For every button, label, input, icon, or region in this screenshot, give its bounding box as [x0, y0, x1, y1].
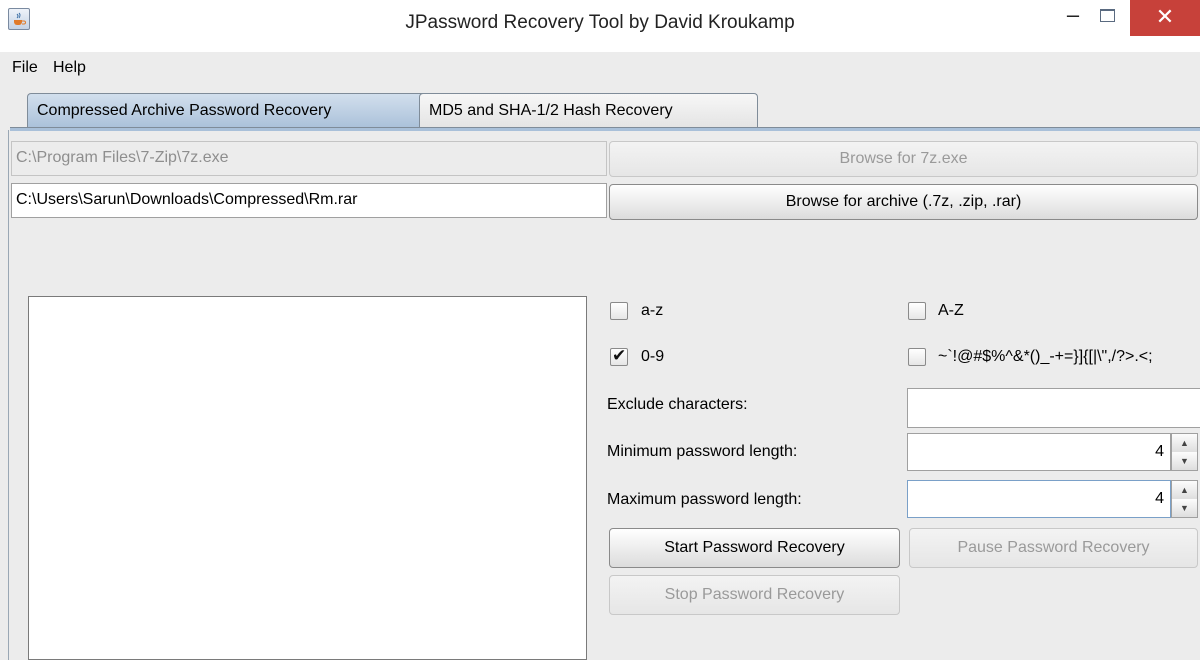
spin-down-icon[interactable]: ▼ — [1172, 452, 1197, 470]
exclude-label: Exclude characters: — [607, 396, 748, 413]
maximize-button[interactable] — [1094, 6, 1120, 28]
output-text-area[interactable] — [28, 296, 587, 660]
spin-down-icon[interactable]: ▼ — [1172, 499, 1197, 517]
checkbox-lowercase-label: a-z — [641, 302, 664, 319]
menu-bar: File Help — [0, 52, 1200, 85]
min-length-spinner: ▲ ▼ — [1171, 433, 1198, 471]
checkbox-uppercase[interactable] — [908, 302, 926, 320]
spin-up-icon[interactable]: ▲ — [1172, 481, 1197, 500]
window-title: JPassword Recovery Tool by David Kroukam… — [405, 12, 795, 33]
checkbox-digits-label: 0-9 — [641, 348, 665, 365]
menu-help[interactable]: Help — [53, 59, 86, 77]
max-length-label: Maximum password length: — [607, 491, 802, 508]
stop-recovery-button: Stop Password Recovery — [609, 575, 900, 615]
panel-border — [8, 130, 9, 660]
checkbox-uppercase-label: A-Z — [938, 302, 964, 319]
minimize-button[interactable]: – — [1060, 4, 1086, 28]
archive-path-field[interactable]: C:\Users\Sarun\Downloads\Compressed\Rm.r… — [11, 183, 607, 218]
min-length-label: Minimum password length: — [607, 443, 798, 460]
max-length-input[interactable]: 4 — [907, 480, 1171, 518]
spin-up-icon[interactable]: ▲ — [1172, 434, 1197, 453]
checkmark-icon: ✔ — [612, 346, 627, 365]
min-length-input[interactable]: 4 — [907, 433, 1171, 471]
max-length-spinner: ▲ ▼ — [1171, 480, 1198, 518]
checkbox-symbols-label: ~`!@#$%^&*()_-+=}]{[|\",/?>.<; — [938, 348, 1153, 365]
tab-compressed-archive[interactable]: Compressed Archive Password Recovery — [27, 93, 436, 129]
start-recovery-button[interactable]: Start Password Recovery — [609, 528, 900, 568]
tab-hash-recovery[interactable]: MD5 and SHA-1/2 Hash Recovery — [419, 93, 758, 129]
pause-recovery-button: Pause Password Recovery — [909, 528, 1198, 568]
checkbox-lowercase[interactable] — [610, 302, 628, 320]
tab-divider — [10, 127, 1200, 131]
menu-file[interactable]: File — [12, 59, 38, 77]
checkbox-digits[interactable]: ✔ — [610, 346, 628, 366]
seven-zip-path-field: C:\Program Files\7-Zip\7z.exe — [11, 141, 607, 176]
browse-archive-button[interactable]: Browse for archive (.7z, .zip, .rar) — [609, 184, 1198, 220]
browse-7z-button: Browse for 7z.exe — [609, 141, 1198, 177]
maximize-icon — [1100, 9, 1115, 22]
checkbox-symbols[interactable] — [908, 348, 926, 366]
close-button[interactable]: ✕ — [1130, 0, 1200, 36]
exclude-input[interactable] — [907, 388, 1200, 428]
